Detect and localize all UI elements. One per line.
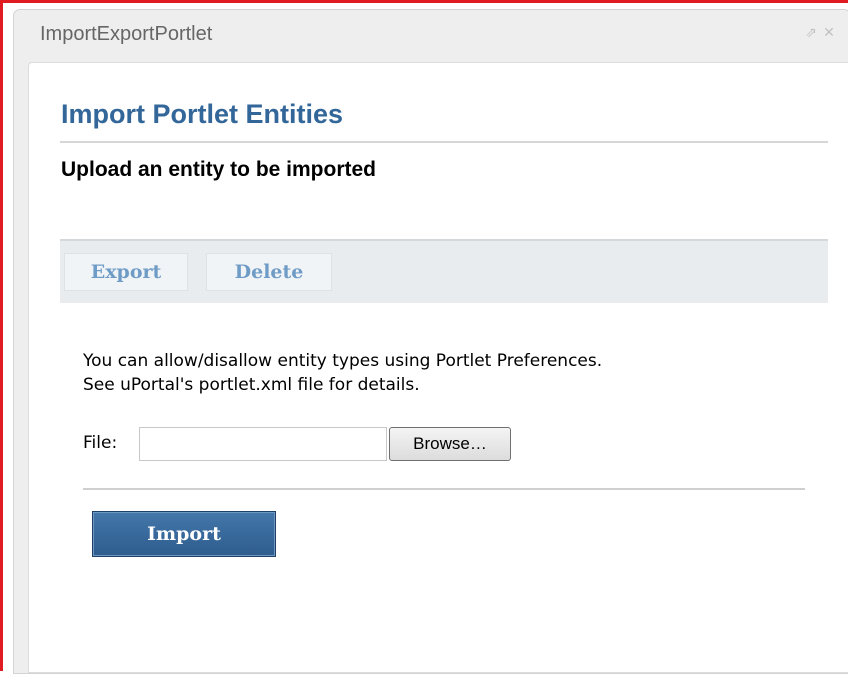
heading-divider — [60, 141, 828, 143]
info-text: You can allow/disallow entity types usin… — [83, 349, 602, 397]
page-subtitle: Upload an entity to be imported — [61, 158, 377, 181]
delete-button[interactable]: Delete — [206, 253, 332, 291]
maximize-icon[interactable]: ⇗ — [804, 26, 818, 40]
info-line-1: You can allow/disallow entity types usin… — [83, 351, 603, 371]
file-label: File: — [83, 433, 118, 453]
action-toolbar: Export Delete — [60, 239, 828, 303]
portlet-titlebar: ImportExportPortlet ⇗ ✕ — [14, 10, 848, 62]
file-path-input[interactable] — [139, 427, 387, 461]
portlet-title: ImportExportPortlet — [40, 23, 213, 45]
close-icon[interactable]: ✕ — [822, 26, 836, 40]
page-title: Import Portlet Entities — [61, 99, 344, 129]
info-line-2: See uPortal's portlet.xml file for detai… — [83, 375, 420, 395]
form-divider — [83, 488, 805, 490]
window-frame: ImportExportPortlet ⇗ ✕ Import Portlet E… — [0, 0, 848, 674]
export-button[interactable]: Export — [64, 253, 188, 291]
import-button[interactable]: Import — [92, 511, 276, 557]
portlet-content: Import Portlet Entities Upload an entity… — [28, 62, 848, 673]
portlet-container: ImportExportPortlet ⇗ ✕ Import Portlet E… — [13, 9, 848, 674]
browse-button[interactable]: Browse… — [389, 427, 511, 461]
portlet-controls: ⇗ ✕ — [804, 26, 836, 40]
